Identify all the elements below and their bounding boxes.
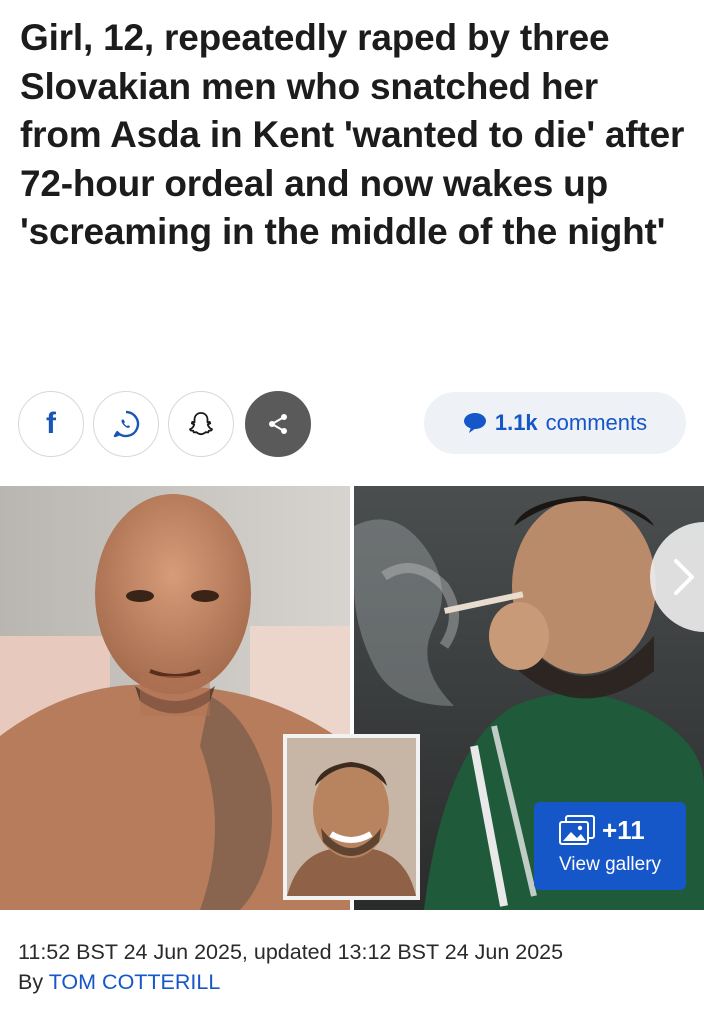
- facebook-icon: f: [46, 407, 56, 440]
- byline: By TOM COTTERILL: [18, 970, 220, 995]
- facebook-share-button[interactable]: f: [18, 391, 84, 457]
- whatsapp-icon: [113, 410, 140, 438]
- share-button[interactable]: [245, 391, 311, 457]
- speech-bubble-icon: [463, 413, 486, 433]
- author-link[interactable]: TOM COTTERILL: [49, 970, 221, 994]
- article-timestamp: 11:52 BST 24 Jun 2025, updated 13:12 BST…: [18, 940, 564, 964]
- comments-label: comments: [545, 410, 648, 435]
- view-gallery-button[interactable]: +11 View gallery: [534, 802, 686, 890]
- comments-count: 1.1k: [494, 410, 538, 435]
- comments-button[interactable]: 1.1k comments: [424, 392, 686, 454]
- byline-prefix: By: [18, 970, 44, 994]
- view-gallery-label: View gallery: [558, 854, 662, 875]
- snapchat-share-button[interactable]: [168, 391, 234, 457]
- inset-photo: [283, 734, 420, 900]
- whatsapp-share-button[interactable]: [93, 391, 159, 457]
- snapchat-icon: [189, 412, 213, 436]
- article-headline: Girl, 12, repeatedly raped by three Slov…: [20, 17, 685, 252]
- gallery-count: +11: [602, 814, 645, 845]
- chevron-right-icon: [674, 559, 694, 595]
- share-icon: [269, 414, 287, 434]
- share-bar: f 1.1k comments: [18, 391, 688, 457]
- article-image-gallery[interactable]: +11 View gallery: [0, 486, 704, 910]
- gallery-icon: [559, 815, 595, 845]
